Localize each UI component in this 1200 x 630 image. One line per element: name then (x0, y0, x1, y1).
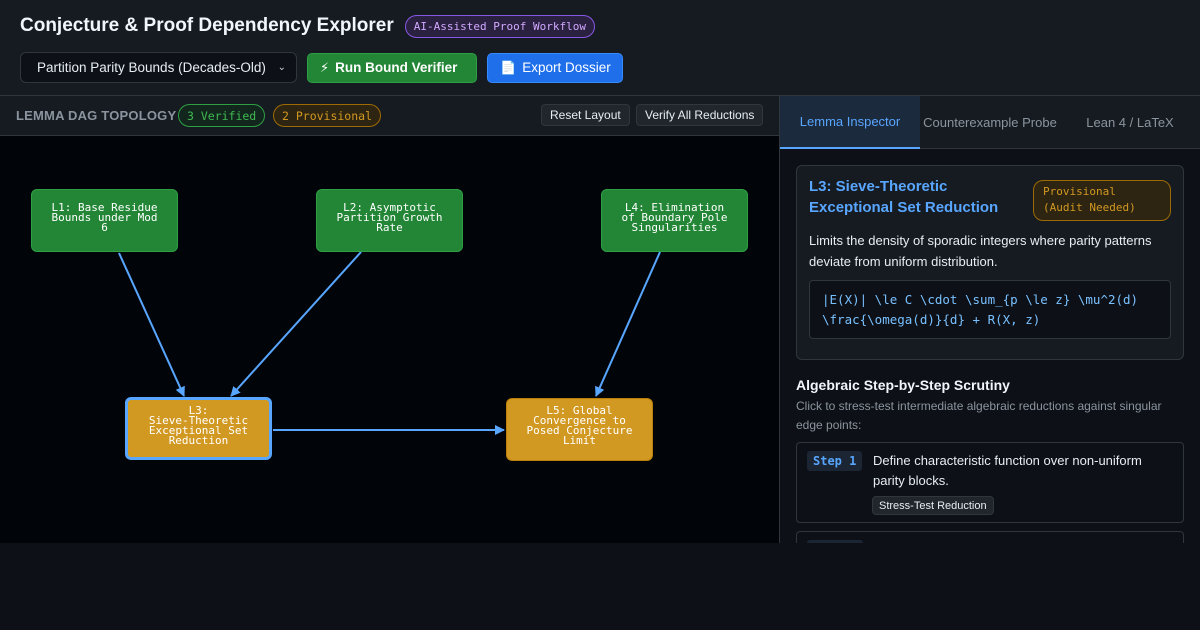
lemma-node-l1[interactable]: L1: Base Residue Bounds under Mod 6 (31, 189, 178, 252)
controls-row: Partition Parity Bounds (Decades-Old) ⌄ … (20, 52, 623, 83)
run-bound-verifier-button[interactable]: ⚡ Run Bound Verifier (307, 52, 477, 83)
scrutiny-subtitle: Click to stress-test intermediate algebr… (796, 399, 1162, 432)
step-card: Step 1 Define characteristic function ov… (796, 442, 1184, 523)
tab-counterexample-probe[interactable]: Counterexample Probe (920, 96, 1060, 149)
app-window: Conjecture & Proof Dependency Explorer A… (0, 0, 1200, 630)
step-tag: Step 1 (807, 451, 863, 471)
lemma-formula: |E(X)| \le C \cdot \sum_{p \le z} \mu^2(… (809, 280, 1171, 339)
dag-pane: LEMMA DAG TOPOLOGY 3 Verified 2 Provisio… (0, 96, 780, 543)
dag-canvas[interactable]: L1: Base Residue Bounds under Mod 6 L2: … (0, 136, 779, 543)
document-icon: 📄 (500, 59, 517, 75)
status-badge: Provisional (Audit Needed) (1033, 180, 1171, 221)
edge-l1-l3 (118, 252, 185, 397)
lemma-node-l3[interactable]: L3: Sieve-Theoretic Exceptional Set Redu… (125, 397, 272, 460)
stress-test-reduction-button[interactable]: Stress-Test Reduction (872, 496, 994, 515)
conjecture-select[interactable]: Partition Parity Bounds (Decades-Old) ⌄ (20, 52, 297, 83)
verify-all-reductions-button[interactable]: Verify All Reductions (636, 104, 764, 126)
chevron-down-icon: ⌄ (277, 62, 286, 73)
tab-lean-latex[interactable]: Lean 4 / LaTeX (1060, 96, 1200, 149)
edge-l4-l5 (595, 251, 661, 397)
inspector-tabs: Lemma Inspector Counterexample Probe Lea… (780, 96, 1200, 149)
lemma-description: Limits the density of sporadic integers … (809, 233, 1152, 269)
scrutiny-title: Algebraic Step-by-Step Scrutiny (796, 377, 1010, 393)
tab-lemma-inspector[interactable]: Lemma Inspector (780, 96, 920, 149)
run-bound-verifier-label: Run Bound Verifier (335, 60, 458, 75)
step-card (796, 531, 1184, 543)
provisional-count-badge: 2 Provisional (273, 104, 382, 127)
step-text: Define characteristic function over non-… (873, 453, 1142, 488)
lemma-card: L3: Sieve-Theoretic Exceptional Set Redu… (796, 165, 1184, 360)
title-row: Conjecture & Proof Dependency Explorer A… (20, 14, 595, 38)
lemma-node-l2[interactable]: L2: Asymptotic Partition Growth Rate (316, 189, 463, 252)
verified-count-badge: 3 Verified (178, 104, 266, 127)
dag-toolbar: LEMMA DAG TOPOLOGY 3 Verified 2 Provisio… (0, 96, 779, 136)
header: Conjecture & Proof Dependency Explorer A… (0, 0, 1200, 96)
edge-l2-l3 (230, 251, 362, 397)
export-dossier-label: Export Dossier (522, 60, 611, 75)
dag-title: LEMMA DAG TOPOLOGY (16, 108, 177, 123)
lemma-title: L3: Sieve-Theoretic Exceptional Set Redu… (809, 178, 999, 216)
lemma-node-l5[interactable]: L5: Global Convergence to Posed Conjectu… (506, 398, 653, 461)
workflow-badge: AI-Assisted Proof Workflow (404, 14, 595, 38)
page-background (0, 543, 1200, 630)
conjecture-select-value: Partition Parity Bounds (Decades-Old) (37, 60, 266, 75)
export-dossier-button[interactable]: 📄 Export Dossier (487, 52, 623, 83)
lemma-node-l4[interactable]: L4: Elimination of Boundary Pole Singula… (601, 189, 748, 252)
inspector-pane: Lemma Inspector Counterexample Probe Lea… (780, 96, 1200, 543)
lightning-icon: ⚡ (320, 59, 330, 75)
app-title: Conjecture & Proof Dependency Explorer (20, 15, 394, 36)
reset-layout-button[interactable]: Reset Layout (541, 104, 630, 126)
